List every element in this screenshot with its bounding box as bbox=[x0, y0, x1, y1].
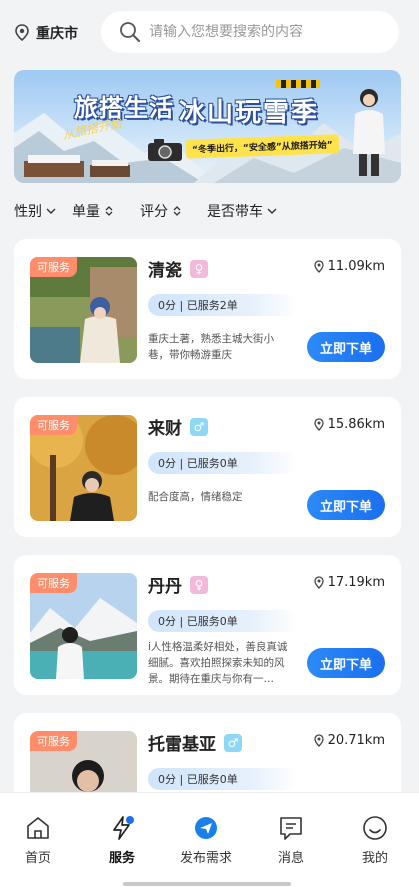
distance-text: 11.09km bbox=[327, 259, 385, 274]
sort-icon bbox=[105, 206, 113, 216]
chevron-down-icon bbox=[46, 208, 56, 214]
message-icon bbox=[280, 817, 302, 840]
promo-banner[interactable]: 旅搭生活 冰山玩雪季 从旅搭开始 “冬季出行，“安全感”从旅搭开始” bbox=[14, 70, 401, 183]
guide-card[interactable]: 可服务 来财 ♂ 15.86km 0分 | 已服务0单 配合度高，情绪稳定 立即… bbox=[14, 397, 401, 537]
filter-label: 性别 bbox=[14, 204, 42, 220]
sort-icon bbox=[173, 206, 181, 216]
home-icon bbox=[27, 817, 49, 839]
city-label: 重庆市 bbox=[36, 26, 78, 42]
rating-stats: 0分 | 已服务0单 bbox=[148, 768, 298, 790]
guide-card[interactable]: 可服务 丹丹 ♀ 17.19km 0分 | 已服务0单 i人性格温柔好相处，善良… bbox=[14, 555, 401, 695]
location-icon bbox=[313, 259, 324, 273]
bottom-tab-bar: 首页 服务 发布需求 消息 我的 bbox=[0, 792, 419, 887]
guide-name: 丹丹 ♀ bbox=[148, 572, 208, 597]
distance: 15.86km bbox=[312, 417, 385, 432]
distance: 17.19km bbox=[312, 575, 385, 590]
home-indicator bbox=[123, 882, 291, 886]
guide-card[interactable]: 可服务 清瓷 ♀ 11.09km 0分 | 已服务2单 重庆土著，熟悉主城大街小… bbox=[14, 239, 401, 379]
filter-label: 评分 bbox=[140, 204, 168, 220]
distance-text: 15.86km bbox=[327, 417, 385, 432]
male-icon: ♂ bbox=[224, 733, 242, 752]
search-box[interactable] bbox=[101, 11, 399, 53]
person-illustration bbox=[353, 89, 385, 176]
guide-name: 托雷基亚 ♂ bbox=[148, 730, 242, 755]
send-icon bbox=[195, 817, 217, 839]
location-pin-icon bbox=[15, 24, 29, 42]
available-badge: 可服务 bbox=[30, 415, 77, 435]
guide-name-text: 托雷基亚 bbox=[148, 735, 216, 755]
location-icon bbox=[313, 733, 324, 747]
rating-stats: 0分 | 已服务2单 bbox=[148, 294, 298, 316]
banner-title-left: 旅搭生活 bbox=[74, 94, 174, 122]
guide-name: 来财 ♂ bbox=[148, 414, 208, 439]
header: 重庆市 bbox=[0, 0, 419, 66]
tab-messages[interactable]: 消息 bbox=[261, 815, 321, 866]
available-badge: 可服务 bbox=[30, 257, 77, 277]
tab-service[interactable]: 服务 bbox=[92, 815, 152, 866]
search-input[interactable] bbox=[149, 24, 389, 40]
guide-name-text: 来财 bbox=[148, 419, 182, 439]
distance-text: 20.71km bbox=[327, 733, 385, 748]
camera-icon bbox=[148, 139, 182, 161]
filter-gender[interactable]: 性别 bbox=[14, 196, 56, 226]
filter-label: 单量 bbox=[72, 204, 100, 220]
filter-label: 是否带车 bbox=[207, 204, 263, 220]
tab-label: 消息 bbox=[277, 851, 304, 866]
location-icon bbox=[313, 417, 324, 431]
female-icon: ♀ bbox=[190, 259, 208, 278]
available-badge: 可服务 bbox=[30, 573, 77, 593]
guide-description: i人性格温柔好相处，善良真诚细腻。喜欢拍照探索未知的风景。期待在重庆与你有一… bbox=[148, 641, 288, 685]
rating-stats: 0分 | 已服务0单 bbox=[148, 452, 298, 474]
filter-order-count[interactable]: 单量 bbox=[72, 196, 114, 226]
banner-title-right: 冰山玩雪季 bbox=[179, 98, 320, 128]
filter-bar: 性别 单量 评分 是否带车 bbox=[0, 196, 419, 226]
tab-label: 发布需求 bbox=[179, 851, 232, 866]
taxi-pattern bbox=[276, 80, 320, 88]
tab-home[interactable]: 首页 bbox=[8, 815, 68, 866]
profile-icon bbox=[363, 816, 387, 840]
location-icon bbox=[313, 575, 324, 589]
tab-label: 服务 bbox=[108, 851, 135, 866]
chevron-down-icon bbox=[267, 208, 277, 214]
order-now-button[interactable]: 立即下单 bbox=[307, 648, 385, 678]
lightning-icon bbox=[113, 816, 134, 840]
order-now-button[interactable]: 立即下单 bbox=[307, 332, 385, 362]
rating-stats: 0分 | 已服务0单 bbox=[148, 610, 298, 632]
tab-label: 我的 bbox=[361, 851, 388, 866]
guide-description: 配合度高，情绪稳定 bbox=[148, 491, 243, 503]
male-icon: ♂ bbox=[190, 417, 208, 436]
guide-name: 清瓷 ♀ bbox=[148, 256, 208, 281]
distance: 11.09km bbox=[312, 259, 385, 274]
guide-name-text: 清瓷 bbox=[148, 261, 182, 281]
available-badge: 可服务 bbox=[30, 731, 77, 751]
tab-profile[interactable]: 我的 bbox=[345, 815, 405, 866]
filter-has-car[interactable]: 是否带车 bbox=[207, 196, 277, 226]
guide-name-text: 丹丹 bbox=[148, 577, 182, 597]
distance: 20.71km bbox=[312, 733, 385, 748]
distance-text: 17.19km bbox=[327, 575, 385, 590]
female-icon: ♀ bbox=[190, 575, 208, 594]
tab-post-request[interactable]: 发布需求 bbox=[176, 815, 236, 866]
search-icon bbox=[120, 22, 140, 42]
filter-rating[interactable]: 评分 bbox=[140, 196, 182, 226]
order-now-button[interactable]: 立即下单 bbox=[307, 490, 385, 520]
tab-label: 首页 bbox=[24, 851, 51, 866]
city-selector[interactable]: 重庆市 bbox=[14, 18, 94, 48]
guide-description: 重庆土著，熟悉主城大街小巷，带你畅游重庆 bbox=[148, 333, 274, 361]
